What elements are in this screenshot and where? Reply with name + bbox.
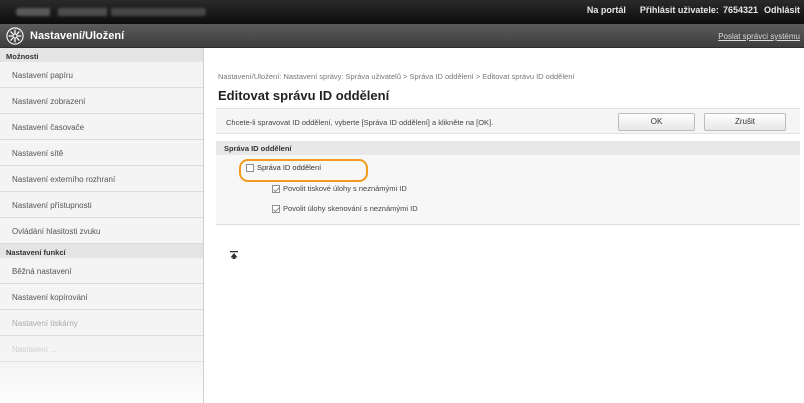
dept-id-management-option[interactable]: Správa ID oddělení [246, 163, 321, 172]
sidebar-item-paper-settings[interactable]: Nastavení papíru [0, 62, 203, 88]
dept-id-management-checkbox[interactable] [246, 163, 254, 172]
page-title: Editovat správu ID oddělení [218, 88, 390, 103]
header-title: Nastavení/Uložení [30, 30, 125, 42]
allow-print-unknown-id-option[interactable]: Povolit tiskové úlohy s neznámými ID [272, 184, 407, 193]
sidebar-item-network-settings[interactable]: Nastavení sítě [0, 140, 203, 166]
top-bar: Na portál Přihlásit uživatele: 7654321 O… [0, 0, 804, 24]
allow-scan-unknown-id-checkbox[interactable] [272, 204, 280, 213]
sidebar: Možnosti Nastavení papíru Nastavení zobr… [0, 48, 204, 403]
ok-button[interactable]: OK [618, 113, 695, 131]
logout-link[interactable]: Odhlásit [764, 5, 800, 15]
sidebar-item-common-settings[interactable]: Běžná nastavení [0, 258, 203, 284]
settings-header: Nastavení/Uložení Poslat správci systému [0, 24, 804, 48]
cancel-button[interactable]: Zrušit [704, 113, 786, 131]
sidebar-item-more[interactable]: Nastavení ... [0, 336, 203, 362]
portal-link[interactable]: Na portál [587, 5, 626, 15]
instruction-bar: Chcete-li spravovat ID oddělení, vyberte… [216, 108, 800, 134]
sidebar-item-timer-settings[interactable]: Nastavení časovače [0, 114, 203, 140]
device-name-blurred [16, 8, 206, 16]
user-id: 7654321 [722, 5, 758, 15]
main-content: Nastavení/Uložení: Nastavení správy: Spr… [216, 48, 804, 403]
allow-print-unknown-id-checkbox[interactable] [272, 184, 280, 193]
allow-scan-unknown-id-option[interactable]: Povolit úlohy skenování s neznámými ID [272, 204, 418, 213]
options-panel: Správa ID oddělení Povolit tiskové úlohy… [216, 155, 800, 225]
breadcrumb: Nastavení/Uložení: Nastavení správy: Spr… [218, 72, 575, 81]
sidebar-item-volume-control[interactable]: Ovládání hlasitosti zvuku [0, 218, 203, 244]
allow-print-unknown-id-label: Povolit tiskové úlohy s neznámými ID [283, 184, 407, 193]
mail-admin-link[interactable]: Poslat správci systému [718, 32, 800, 41]
sidebar-item-display-settings[interactable]: Nastavení zobrazení [0, 88, 203, 114]
allow-scan-unknown-id-label: Povolit úlohy skenování s neznámými ID [283, 204, 418, 213]
sidebar-item-copy-settings[interactable]: Nastavení kopírování [0, 284, 203, 310]
login-user-label: Přihlásit uživatele: [639, 5, 719, 15]
collapse-top-icon[interactable] [230, 251, 238, 259]
sidebar-item-external-interface[interactable]: Nastavení externího rozhraní [0, 166, 203, 192]
dept-id-management-label: Správa ID oddělení [257, 163, 322, 172]
sidebar-section-options: Možnosti [0, 48, 203, 62]
sidebar-item-printer-settings[interactable]: Nastavení tiskárny [0, 310, 203, 336]
sidebar-section-function-settings: Nastavení funkcí [0, 244, 203, 258]
section-title: Správa ID oddělení [216, 141, 800, 155]
instruction-text: Chcete-li spravovat ID oddělení, vyberte… [226, 118, 494, 127]
top-links: Na portál Přihlásit uživatele: 7654321 O… [587, 5, 800, 15]
gear-icon [6, 27, 24, 45]
sidebar-item-accessibility[interactable]: Nastavení přístupnosti [0, 192, 203, 218]
